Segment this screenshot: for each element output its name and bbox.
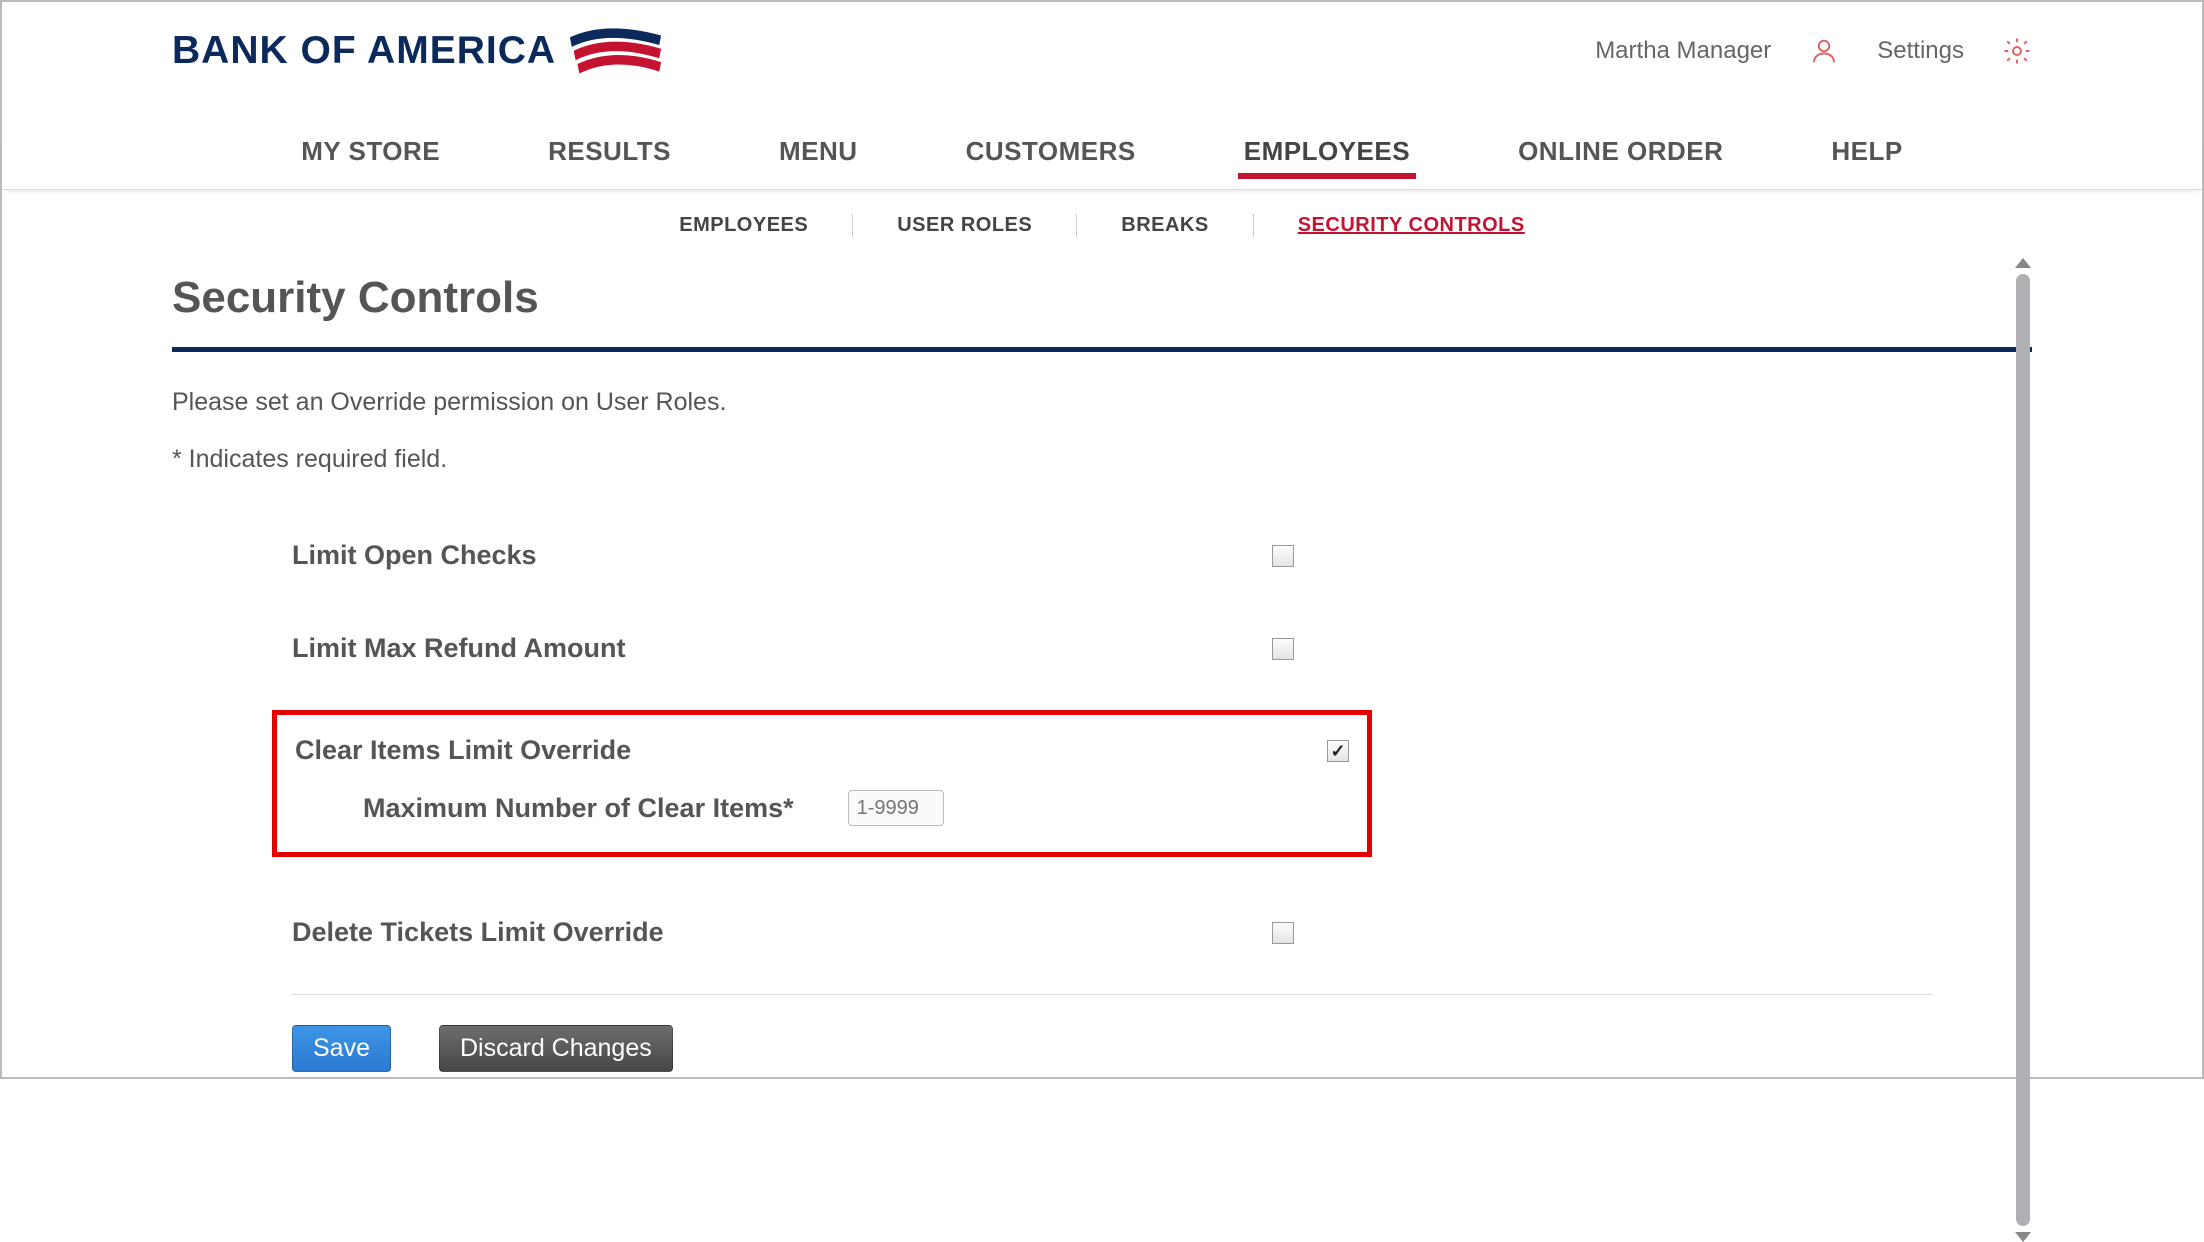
button-row: Save Discard Changes <box>172 1025 1972 1072</box>
label-limit-max-refund: Limit Max Refund Amount <box>292 633 1272 664</box>
row-delete-tickets-override: Delete Tickets Limit Override <box>172 901 1972 994</box>
content: Security Controls Please set an Override… <box>2 237 2202 1072</box>
nav-results[interactable]: RESULTS <box>548 136 671 177</box>
scroll-up-icon[interactable] <box>2015 258 2031 268</box>
checkbox-limit-max-refund[interactable] <box>1272 638 1294 660</box>
discard-button[interactable]: Discard Changes <box>439 1025 673 1072</box>
nav-help[interactable]: HELP <box>1831 136 1902 177</box>
subnav-breaks[interactable]: BREAKS <box>1077 214 1253 237</box>
page-title: Security Controls <box>172 273 2032 323</box>
scrollbar[interactable] <box>2014 258 2032 1242</box>
subnav-user-roles[interactable]: USER ROLES <box>853 214 1077 237</box>
row-max-clear-items: Maximum Number of Clear Items* <box>295 766 1349 826</box>
title-rule <box>172 347 2032 352</box>
sub-nav: EMPLOYEES USER ROLES BREAKS SECURITY CON… <box>2 214 2202 237</box>
user-block: Martha Manager Settings <box>1595 36 2032 66</box>
checkbox-clear-items-override[interactable] <box>1327 740 1349 762</box>
row-limit-max-refund: Limit Max Refund Amount <box>172 617 1972 710</box>
row-clear-items-override: Clear Items Limit Override <box>295 735 1349 766</box>
input-max-clear-items[interactable] <box>848 790 944 826</box>
label-max-clear-items: Maximum Number of Clear Items* <box>363 793 794 824</box>
subnav-employees[interactable]: EMPLOYEES <box>635 214 853 237</box>
required-note: * Indicates required field. <box>172 445 1972 474</box>
brand-name: BANK OF AMERICA <box>172 29 556 73</box>
scroll-down-icon[interactable] <box>2015 1232 2031 1242</box>
main-nav: MY STORE RESULTS MENU CUSTOMERS EMPLOYEE… <box>2 136 2202 190</box>
row-limit-open-checks: Limit Open Checks <box>172 524 1972 617</box>
nav-online-order[interactable]: ONLINE ORDER <box>1518 136 1723 177</box>
nav-employees[interactable]: EMPLOYEES <box>1244 136 1410 177</box>
label-delete-tickets-override: Delete Tickets Limit Override <box>292 917 1272 948</box>
scroll-track[interactable] <box>2016 274 2030 1226</box>
nav-customers[interactable]: CUSTOMERS <box>966 136 1136 177</box>
form-area: Please set an Override permission on Use… <box>172 388 2032 1072</box>
checkbox-delete-tickets-override[interactable] <box>1272 922 1294 944</box>
label-limit-open-checks: Limit Open Checks <box>292 540 1272 571</box>
user-name-link[interactable]: Martha Manager <box>1595 37 1771 65</box>
subnav-security-controls[interactable]: SECURITY CONTROLS <box>1254 214 1569 237</box>
nav-menu[interactable]: MENU <box>779 136 858 177</box>
checkbox-limit-open-checks[interactable] <box>1272 545 1294 567</box>
header: BANK OF AMERICA Martha Manager Settings <box>2 2 2202 80</box>
settings-link[interactable]: Settings <box>1877 37 1964 65</box>
user-icon[interactable] <box>1809 36 1839 66</box>
flagscape-icon <box>568 16 663 74</box>
save-button[interactable]: Save <box>292 1025 391 1072</box>
label-clear-items-override: Clear Items Limit Override <box>295 735 1327 766</box>
section-divider <box>292 994 1932 995</box>
nav-my-store[interactable]: MY STORE <box>301 136 440 177</box>
brand-logo: BANK OF AMERICA <box>172 22 663 80</box>
intro-text: Please set an Override permission on Use… <box>172 388 1972 417</box>
highlight-clear-items: Clear Items Limit Override Maximum Numbe… <box>272 710 1372 857</box>
gear-icon[interactable] <box>2002 36 2032 66</box>
